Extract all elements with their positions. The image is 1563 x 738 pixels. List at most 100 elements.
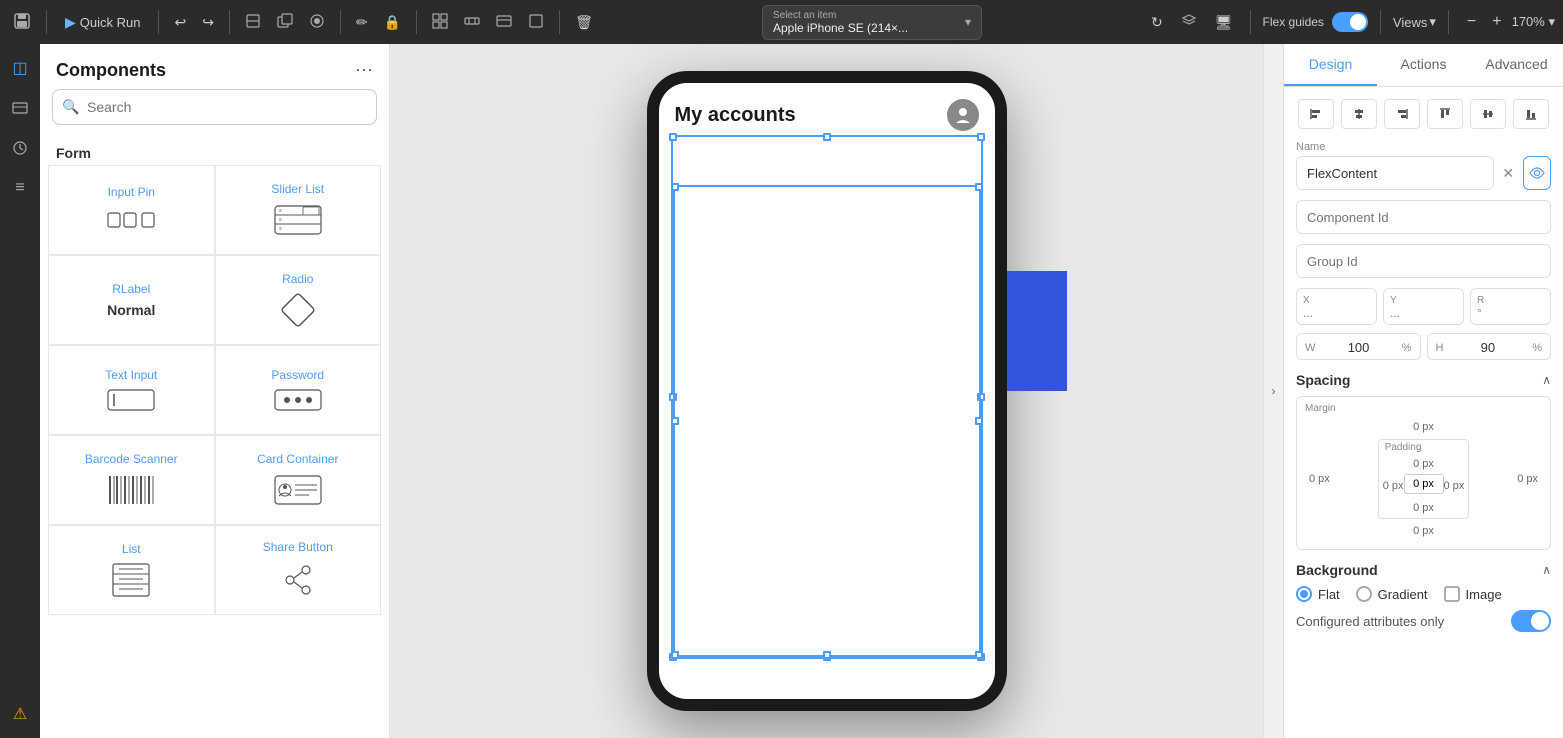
components-menu-button[interactable]: ⋯: [355, 60, 373, 81]
align-center-v-button[interactable]: [1470, 99, 1506, 129]
quick-run-label: Quick Run: [80, 15, 141, 30]
configured-toggle[interactable]: [1511, 610, 1551, 632]
handle-middle-left[interactable]: [669, 393, 677, 401]
handle-bottom-right[interactable]: [977, 653, 985, 661]
w-field[interactable]: W 100 %: [1296, 333, 1421, 360]
name-clear-button[interactable]: ✕: [1500, 163, 1517, 183]
layer-tool-3[interactable]: [304, 9, 330, 36]
tab-advanced[interactable]: Advanced: [1470, 44, 1563, 86]
bg-flat-label: Flat: [1318, 587, 1340, 602]
handle-top-left[interactable]: [669, 133, 677, 141]
tab-actions[interactable]: Actions: [1377, 44, 1470, 86]
component-share-button[interactable]: Share Button: [215, 525, 382, 615]
align-bottom-button[interactable]: [1513, 99, 1549, 129]
bg-flat-option[interactable]: Flat: [1296, 586, 1340, 602]
collapse-right-panel-button[interactable]: ›: [1263, 44, 1283, 738]
component-input-pin[interactable]: Input Pin: [48, 165, 215, 255]
h-field[interactable]: H 90 %: [1427, 333, 1552, 360]
inner-handle-br[interactable]: [975, 651, 983, 659]
zoom-minus-button[interactable]: −: [1461, 11, 1482, 33]
views-button[interactable]: Views ▾: [1393, 14, 1436, 30]
y-field[interactable]: Y ...: [1383, 288, 1464, 325]
zoom-controls: − + 170% ▾: [1461, 11, 1555, 33]
undo-button[interactable]: ↩: [169, 10, 191, 35]
run-icon: ▶: [65, 14, 76, 31]
margin-right-value: 0 px: [1513, 473, 1542, 485]
component-list[interactable]: List: [48, 525, 215, 615]
align-top-button[interactable]: [1427, 99, 1463, 129]
layer-tool-1[interactable]: [240, 9, 266, 36]
phone-header: My accounts: [675, 99, 979, 131]
handle-middle-right[interactable]: [977, 393, 985, 401]
sidebar-icon-warning[interactable]: ⚠: [4, 698, 36, 730]
margin-top-value: 0 px: [1305, 405, 1542, 433]
component-card-container[interactable]: Card Container: [215, 435, 382, 525]
layers-icon[interactable]: [1176, 9, 1202, 36]
align-left-button[interactable]: [1298, 99, 1334, 129]
component-rlabel[interactable]: RLabel Normal: [48, 255, 215, 345]
handle-top-middle[interactable]: [823, 133, 831, 141]
inner-handle-bm[interactable]: [823, 651, 831, 659]
inner-handle-ml[interactable]: [671, 417, 679, 425]
pen-tool[interactable]: ✏: [351, 10, 373, 35]
component-radio[interactable]: Radio: [215, 255, 382, 345]
name-input[interactable]: [1296, 156, 1494, 190]
redo-button[interactable]: ↪: [197, 10, 219, 35]
inner-handle-mr[interactable]: [975, 417, 983, 425]
handle-top-right[interactable]: [977, 133, 985, 141]
flex-guides-toggle[interactable]: [1332, 12, 1368, 32]
component-slider-list[interactable]: Slider List ≡ ≡ ≡: [215, 165, 382, 255]
spacing-collapse-button[interactable]: ∧: [1542, 373, 1551, 387]
x-field[interactable]: X ...: [1296, 288, 1377, 325]
component-text-input[interactable]: Text Input: [48, 345, 215, 435]
padding-center-value[interactable]: [1404, 474, 1444, 494]
lock-tool[interactable]: 🔒: [379, 10, 406, 35]
device-selector[interactable]: Select an item Apple iPhone SE (214×... …: [762, 5, 982, 40]
handle-bottom-middle[interactable]: [823, 653, 831, 661]
search-input[interactable]: [52, 89, 377, 125]
zoom-plus-button[interactable]: +: [1486, 11, 1507, 33]
layer-tool-2[interactable]: [272, 9, 298, 36]
background-collapse-button[interactable]: ∧: [1542, 563, 1551, 577]
bg-gradient-option[interactable]: Gradient: [1356, 586, 1428, 602]
configured-label: Configured attributes only: [1296, 614, 1444, 629]
visibility-button[interactable]: [1523, 156, 1551, 190]
component-id-input[interactable]: [1296, 200, 1551, 234]
align-right-button[interactable]: [1384, 99, 1420, 129]
bg-image-option[interactable]: Image: [1444, 586, 1502, 602]
sidebar-icon-screens[interactable]: ≡: [4, 172, 36, 204]
refresh-icon[interactable]: ↻: [1146, 10, 1168, 35]
save-icon[interactable]: [8, 8, 36, 37]
align-center-h-button[interactable]: [1341, 99, 1377, 129]
bg-gradient-radio[interactable]: [1356, 586, 1372, 602]
tab-design[interactable]: Design: [1284, 44, 1377, 86]
sidebar-icon-components[interactable]: ◫: [4, 52, 36, 84]
handle-bottom-left[interactable]: [669, 653, 677, 661]
quick-run-button[interactable]: ▶ Quick Run: [57, 10, 148, 35]
inner-handle-tl[interactable]: [671, 183, 679, 191]
search-box: 🔍: [52, 89, 377, 125]
phone-content: My accounts: [659, 83, 995, 699]
bg-image-checkbox[interactable]: [1444, 586, 1460, 602]
group-tool-2[interactable]: [459, 9, 485, 36]
group-tool-1[interactable]: [427, 9, 453, 36]
padding-center-input[interactable]: [1404, 474, 1444, 498]
text-input-label: Text Input: [105, 368, 157, 382]
group-tool-3[interactable]: [491, 9, 517, 36]
r-field[interactable]: R °: [1470, 288, 1551, 325]
bg-flat-radio[interactable]: [1296, 586, 1312, 602]
sidebar-icon-layers[interactable]: [4, 92, 36, 124]
sidebar-icon-assets[interactable]: [4, 132, 36, 164]
frame-tool[interactable]: [523, 9, 549, 36]
collapse-icon: ›: [1272, 384, 1276, 398]
padding-label: Padding: [1385, 442, 1422, 453]
component-row-2: RLabel Normal Radio: [48, 255, 381, 345]
trash-button[interactable]: 🗑: [570, 10, 598, 35]
component-barcode-scanner[interactable]: Barcode Scanner: [48, 435, 215, 525]
inner-handle-tr[interactable]: [975, 183, 983, 191]
inner-handle-bl[interactable]: [671, 651, 679, 659]
desktop-icon[interactable]: 🖥: [1210, 10, 1238, 35]
zoom-level-display[interactable]: 170% ▾: [1512, 14, 1555, 30]
group-id-input[interactable]: [1296, 244, 1551, 278]
component-password[interactable]: Password: [215, 345, 382, 435]
